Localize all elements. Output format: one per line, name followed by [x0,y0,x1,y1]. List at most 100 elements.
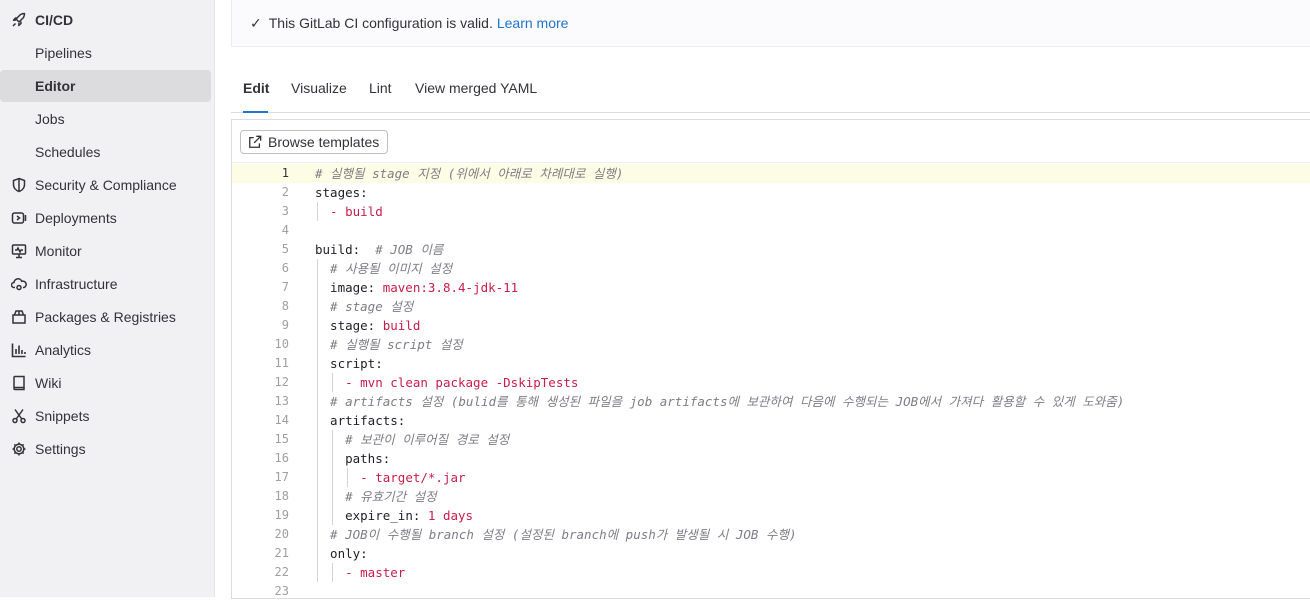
sidebar-item-analytics[interactable]: Analytics [0,334,211,366]
code-line[interactable]: 5 build: # JOB 이름 [232,240,1310,259]
sidebar-item-wiki[interactable]: Wiki [0,367,211,399]
indent-guide [317,544,318,563]
line-content: # 실행될 stage 지정 (위에서 아래로 차례대로 실행) [315,164,623,183]
code-token: stages: [315,185,368,200]
indent-guide [317,487,318,506]
code-line[interactable]: 17 - target/*.jar [232,468,1310,487]
code-line[interactable]: 23 [232,582,1310,601]
sidebar-item-label: Pipelines [35,45,92,61]
code-line[interactable]: 6 # 사용될 이미지 설정 [232,259,1310,278]
learn-more-link[interactable]: Learn more [497,15,569,31]
rocket-icon [11,12,27,28]
code-token: stage: [330,318,383,333]
check-icon: ✓ [250,14,262,31]
sidebar-item-jobs[interactable]: Jobs [0,103,211,135]
editor-tabs: Edit Visualize Lint View merged YAML [231,70,1310,113]
line-content: script: [330,354,383,373]
tab-lint[interactable]: Lint [369,70,392,112]
code-token: - master [345,565,406,580]
line-number: 5 [281,242,289,256]
sidebar-item-pipelines[interactable]: Pipelines [0,37,211,69]
code-token: - build [330,204,383,219]
indent-guide [317,506,318,525]
line-content: - build [330,202,383,221]
code-token: build [382,318,421,333]
tab-visualize[interactable]: Visualize [291,70,347,112]
sidebar-header-label: CI/CD [35,12,74,28]
code-line[interactable]: 9 stage: build [232,316,1310,335]
code-line[interactable]: 3 - build [232,202,1310,221]
code-line[interactable]: 10 # 실행될 script 설정 [232,335,1310,354]
sidebar-item-packages[interactable]: Packages & Registries [0,301,211,333]
sidebar-item-settings[interactable]: Settings [0,433,211,465]
line-number: 16 [274,451,289,465]
line-number: 21 [274,546,289,560]
code-line[interactable]: 22 - master [232,563,1310,582]
line-content: - master [345,563,405,582]
line-number: 19 [274,508,289,522]
indent-guide [317,525,318,544]
tab-view-merged-yaml[interactable]: View merged YAML [415,70,537,112]
code-token: - mvn clean package -DskipTests [345,375,579,390]
editor-toolbar: Browse templates [232,120,1310,163]
indent-guide [332,468,334,487]
sidebar-item-deployments[interactable]: Deployments [0,202,211,234]
code-line[interactable]: 11 script: [232,354,1310,373]
code-editor[interactable]: 1 # 실행될 stage 지정 (위에서 아래로 차례대로 실행) 2 stages… [232,164,1310,601]
tab-edit[interactable]: Edit [243,70,269,113]
sidebar-item-label: Wiki [35,375,62,391]
code-line[interactable]: 15 # 보관이 이루어질 경로 설정 [232,430,1310,449]
code-token: # 유효기간 설정 [345,489,437,504]
line-content: # 보관이 이루어질 경로 설정 [345,430,509,449]
browse-templates-label: Browse templates [268,134,380,150]
code-line[interactable]: 4 [232,221,1310,240]
code-line[interactable]: 18 # 유효기간 설정 [232,487,1310,506]
code-line[interactable]: 8 # stage 설정 [232,297,1310,316]
sidebar-item-label: Security & Compliance [35,177,177,193]
code-token: maven:3.8.4-jdk-11 [382,280,519,295]
indent-guide [317,392,318,411]
code-line[interactable]: 2 stages: [232,183,1310,202]
line-number: 7 [281,280,289,294]
sidebar-header-cicd[interactable]: CI/CD [0,4,211,36]
sidebar-item-label: Schedules [35,144,101,160]
indent-guide [317,202,318,221]
alert-message: This GitLab CI configuration is valid. [268,15,493,31]
chart-icon [11,342,27,358]
browse-templates-button[interactable]: Browse templates [240,130,389,154]
line-content: # 사용될 이미지 설정 [330,259,452,278]
code-token: # stage 설정 [330,299,414,314]
sidebar-item-monitor[interactable]: Monitor [0,235,211,267]
indent-guide [332,373,334,392]
line-number: 17 [274,470,289,484]
sidebar-item-security[interactable]: Security & Compliance [0,169,211,201]
code-line[interactable]: 1 # 실행될 stage 지정 (위에서 아래로 차례대로 실행) [232,164,1310,183]
line-content: # stage 설정 [330,297,413,316]
line-content: only: [330,544,368,563]
indent-guide [317,373,318,392]
sidebar-item-editor[interactable]: Editor [0,70,211,102]
code-token: expire_in: [345,508,428,523]
code-line[interactable]: 7 image: maven:3.8.4-jdk-11 [232,278,1310,297]
code-line[interactable]: 16 paths: [232,449,1310,468]
line-number: 2 [281,185,289,199]
code-line[interactable]: 13 # artifacts 설정 (bulid를 통해 생성된 파일을 job … [232,392,1310,411]
code-token: # 사용될 이미지 설정 [330,261,453,276]
indent-guide [317,335,318,354]
indent-guide [332,563,334,582]
sidebar-item-label: Monitor [35,243,82,259]
code-line[interactable]: 20 # JOB이 수행될 branch 설정 (설정된 branch에 push… [232,525,1310,544]
line-number: 20 [274,527,289,541]
code-line[interactable]: 21 only: [232,544,1310,563]
indent-guide [317,316,318,335]
code-line[interactable]: 19 expire_in: 1 days [232,506,1310,525]
sidebar-item-snippets[interactable]: Snippets [0,400,211,432]
sidebar-item-schedules[interactable]: Schedules [0,136,211,168]
line-number: 6 [281,261,289,275]
code-line[interactable]: 14 artifacts: [232,411,1310,430]
sidebar-item-infrastructure[interactable]: Infrastructure [0,268,211,300]
sidebar-item-label: Infrastructure [35,276,118,292]
indent-guide [317,468,318,487]
line-content: expire_in: 1 days [345,506,473,525]
code-line[interactable]: 12 - mvn clean package -DskipTests [232,373,1310,392]
